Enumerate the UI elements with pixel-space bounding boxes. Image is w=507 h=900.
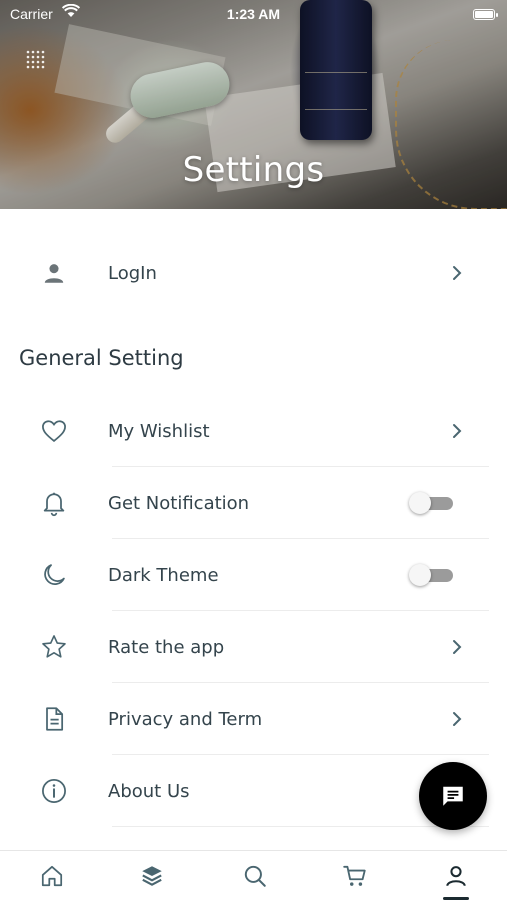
bell-icon — [40, 489, 68, 517]
settings-header-image: Carrier 1:23 AM Settings — [0, 0, 507, 209]
login-row[interactable]: LogIn — [0, 237, 507, 309]
divider — [112, 826, 489, 827]
status-bar: Carrier 1:23 AM — [0, 0, 507, 28]
grid-dots-icon[interactable] — [25, 49, 47, 71]
person-icon — [40, 259, 68, 287]
star-icon — [40, 633, 68, 661]
chat-icon — [443, 786, 463, 806]
battery-icon — [473, 9, 498, 20]
bottom-tab-bar — [0, 850, 507, 900]
chevron-right-icon — [453, 424, 462, 438]
tab-cart[interactable] — [340, 861, 370, 891]
chevron-right-icon — [453, 640, 462, 654]
home-icon — [41, 865, 63, 887]
dark-theme-toggle[interactable] — [409, 564, 454, 586]
document-icon — [40, 705, 68, 733]
list-item-label: Get Notification — [108, 492, 250, 514]
rate-app-row[interactable]: Rate the app — [0, 611, 507, 683]
dark-theme-row: Dark Theme — [0, 539, 507, 611]
cart-icon — [343, 865, 366, 886]
login-label: LogIn — [108, 262, 157, 284]
moon-icon — [40, 561, 68, 589]
chevron-right-icon — [453, 266, 462, 280]
wishlist-row[interactable]: My Wishlist — [0, 395, 507, 467]
list-item-label: Rate the app — [108, 636, 225, 658]
search-icon — [244, 865, 266, 887]
tab-search[interactable] — [240, 861, 270, 891]
list-item-label: Dark Theme — [108, 564, 219, 586]
list-item-label: About Us — [108, 780, 190, 802]
info-icon — [40, 777, 68, 805]
tab-categories[interactable] — [137, 861, 167, 891]
section-title: General Setting — [19, 346, 184, 370]
privacy-row[interactable]: Privacy and Term — [0, 683, 507, 755]
status-time: 1:23 AM — [226, 6, 281, 22]
list-item-label: Privacy and Term — [108, 708, 263, 730]
notification-row: Get Notification — [0, 467, 507, 539]
layers-icon — [142, 866, 162, 886]
chevron-right-icon — [453, 712, 462, 726]
tab-profile[interactable] — [441, 861, 471, 891]
page-title: Settings — [182, 150, 325, 190]
chat-button[interactable] — [419, 762, 487, 830]
tab-home[interactable] — [37, 861, 67, 891]
heart-icon — [40, 417, 68, 445]
notification-toggle[interactable] — [409, 492, 454, 514]
user-icon — [446, 866, 466, 887]
list-item-label: My Wishlist — [108, 420, 210, 442]
